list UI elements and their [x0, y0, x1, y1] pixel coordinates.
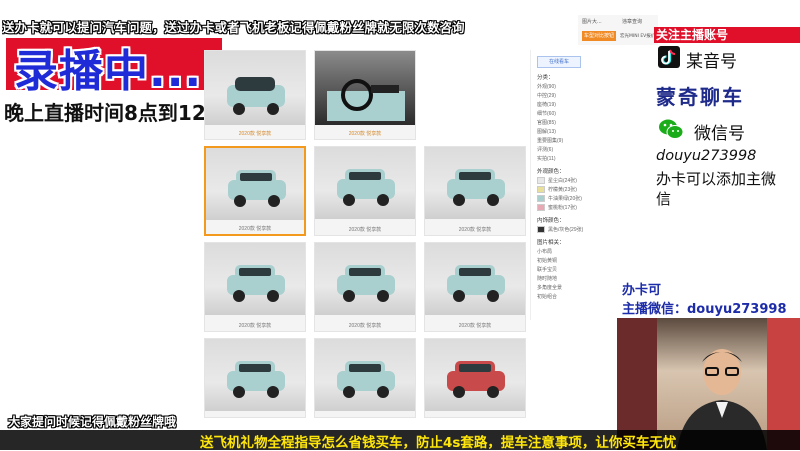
photo-caption: 2020款 悦享款: [458, 227, 492, 233]
photo-tile-top-interior[interactable]: 2020款 悦享款: [314, 50, 416, 140]
color-label: 柠檬黄(23张): [548, 187, 577, 193]
exterior-color-list: 星尘白(24张) 柠檬黄(23张) 牛油果绿(20张) 蜜桃粉(17张): [537, 177, 599, 213]
photo-caption: 2020款 悦享款: [238, 226, 272, 232]
photo-caption: 2020款 悦享款: [348, 131, 382, 137]
more-title: 图片相关：: [537, 240, 565, 246]
browser-tabs-strip: 图片大... 违章查询 车型对比按钮 宏光MINI EV报价: [578, 15, 658, 45]
card-note: 办卡可以添加主微信: [656, 170, 777, 208]
browser-tab[interactable]: 违章查询: [622, 18, 642, 25]
color-swatch: [537, 195, 545, 203]
photo-tile[interactable]: [204, 338, 306, 418]
online-view-button[interactable]: 在线看车: [537, 56, 581, 68]
photo-tile[interactable]: [424, 338, 526, 418]
wechat-icon: [658, 117, 684, 141]
color-label: 牛油果绿(20张): [548, 196, 582, 202]
interior-color-item[interactable]: 黑色/灰色(29张): [537, 226, 599, 235]
category-item[interactable]: 中控(29): [537, 92, 599, 101]
color-swatch: [537, 204, 545, 212]
category-item[interactable]: 图解(13): [537, 128, 599, 137]
car-photo: [447, 361, 505, 398]
bottom-ticker-bar: 送飞机礼物全程指导怎么省钱买车，防止4s套路，提车注意事项，让你买车无忧: [0, 430, 800, 451]
top-ticker: 送办卡就可以提问汽车问题，送过办卡或者飞机老板记得佩戴粉丝牌就无限次数咨询: [2, 20, 465, 35]
category-item[interactable]: 重要图集(9): [537, 137, 599, 146]
filter-panel: 在线看车 分类： 外观(90) 中控(29) 座椅(19) 细节(60) 官图(85) 图…: [530, 50, 601, 320]
car-photo: [337, 361, 395, 398]
category-title: 分类：: [537, 75, 554, 81]
photo-tile[interactable]: 2020款 悦享款: [204, 242, 306, 332]
exterior-color-item[interactable]: 牛油果绿(20张): [537, 195, 599, 204]
category-item[interactable]: 细节(60): [537, 110, 599, 119]
exterior-title: 外观颜色：: [537, 169, 565, 175]
color-swatch: [537, 226, 545, 234]
scroll-note-2: 主播微信：douyu273998: [622, 302, 787, 317]
more-list: 小布局 初始黄铜 联手宝贝 随时随地 多角度全景 初始组合: [537, 248, 599, 302]
car-photo: [227, 361, 285, 398]
more-item[interactable]: 联手宝贝: [537, 266, 599, 275]
bottom-ticker: 送飞机礼物全程指导怎么省钱买车，防止4s套路，提车注意事项，让你买车无忧: [200, 435, 677, 451]
follow-header: 关注主播账号: [654, 27, 800, 43]
douyu-id: douyu273998: [656, 148, 757, 164]
follow-panel: 关注主播账号 某音号 蒙奇聊车 微信号 douyu273998 办卡可以添加主微…: [654, 27, 800, 222]
photo-tile[interactable]: 2020款 悦享款: [204, 146, 306, 236]
color-swatch: [537, 177, 545, 185]
tiktok-label: 某音号: [686, 52, 737, 72]
interior-color-list: 黑色/灰色(29张): [537, 226, 599, 235]
photo-caption: 2020款 悦享款: [238, 131, 272, 137]
category-item[interactable]: 座椅(19): [537, 101, 599, 110]
more-item[interactable]: 初始黄铜: [537, 257, 599, 266]
recording-badge: 录播中...: [6, 38, 222, 97]
category-item[interactable]: 官图(85): [537, 119, 599, 128]
category-item[interactable]: 实拍(11): [537, 155, 599, 164]
more-item[interactable]: 小布局: [537, 248, 599, 257]
car-photo: [447, 169, 505, 206]
car-photo: [227, 77, 285, 115]
color-label: 星尘白(24张): [548, 178, 577, 184]
schedule-text: 晚上直播时间8点到12点: [4, 101, 226, 125]
category-item[interactable]: 评测(6): [537, 146, 599, 155]
more-item[interactable]: 随时随地: [537, 275, 599, 284]
color-swatch: [537, 186, 545, 194]
filter-list: 分类： 外观(90) 中控(29) 座椅(19) 细节(60) 官图(85) 图解(13)…: [537, 70, 599, 302]
photo-tile[interactable]: 2020款 悦享款: [314, 242, 416, 332]
exterior-color-item[interactable]: 柠檬黄(23张): [537, 186, 599, 195]
photo-tile[interactable]: 2020款 悦享款: [314, 146, 416, 236]
category-list: 外观(90) 中控(29) 座椅(19) 细节(60) 官图(85) 图解(13) 重要图集…: [537, 83, 599, 164]
tiktok-icon: [658, 46, 680, 68]
wechat-label: 微信号: [694, 124, 745, 144]
category-item[interactable]: 外观(90): [537, 83, 599, 92]
color-label: 蜜桃粉(17张): [548, 205, 577, 211]
photo-caption: 2020款 悦享款: [348, 323, 382, 329]
photo-tile-top[interactable]: 2020款 悦享款: [204, 50, 306, 140]
more-item[interactable]: 多角度全景: [537, 284, 599, 293]
photo-tile[interactable]: 2020款 悦享款: [424, 242, 526, 332]
photo-caption: 2020款 悦享款: [238, 323, 272, 329]
interior-photo: [327, 79, 405, 121]
exterior-color-item[interactable]: 星尘白(24张): [537, 177, 599, 186]
recording-text: 录播中...: [14, 46, 203, 97]
car-photo: [337, 265, 395, 302]
photo-tile[interactable]: [314, 338, 416, 418]
color-label: 黑色/灰色(29张): [548, 227, 584, 233]
compare-button[interactable]: 车型对比按钮: [582, 31, 616, 41]
car-photo: [447, 265, 505, 302]
car-photo: [227, 265, 285, 302]
scroll-note-1: 办卡可: [622, 283, 662, 298]
car-photo: [228, 170, 286, 207]
photo-gallery: 2020款 悦享款 2020款 悦享款 2020款 悦享款 2020款 悦享款 20…: [200, 48, 530, 420]
photo-caption: 2020款 悦享款: [348, 227, 382, 233]
interior-title: 内饰颜色：: [537, 218, 565, 224]
photo-caption: 2020款 悦享款: [458, 323, 492, 329]
browser-tab[interactable]: 图片大...: [582, 18, 602, 25]
price-link[interactable]: 宏光MINI EV报价: [620, 33, 655, 39]
more-item[interactable]: 初始组合: [537, 293, 599, 302]
car-photo: [337, 169, 395, 206]
channel-name: 蒙奇聊车: [656, 85, 744, 109]
bottom-left-note: 大家提问时候记得佩戴粉丝牌哦: [8, 415, 177, 429]
photo-tile[interactable]: 2020款 悦享款: [424, 146, 526, 236]
exterior-color-item[interactable]: 蜜桃粉(17张): [537, 204, 599, 213]
